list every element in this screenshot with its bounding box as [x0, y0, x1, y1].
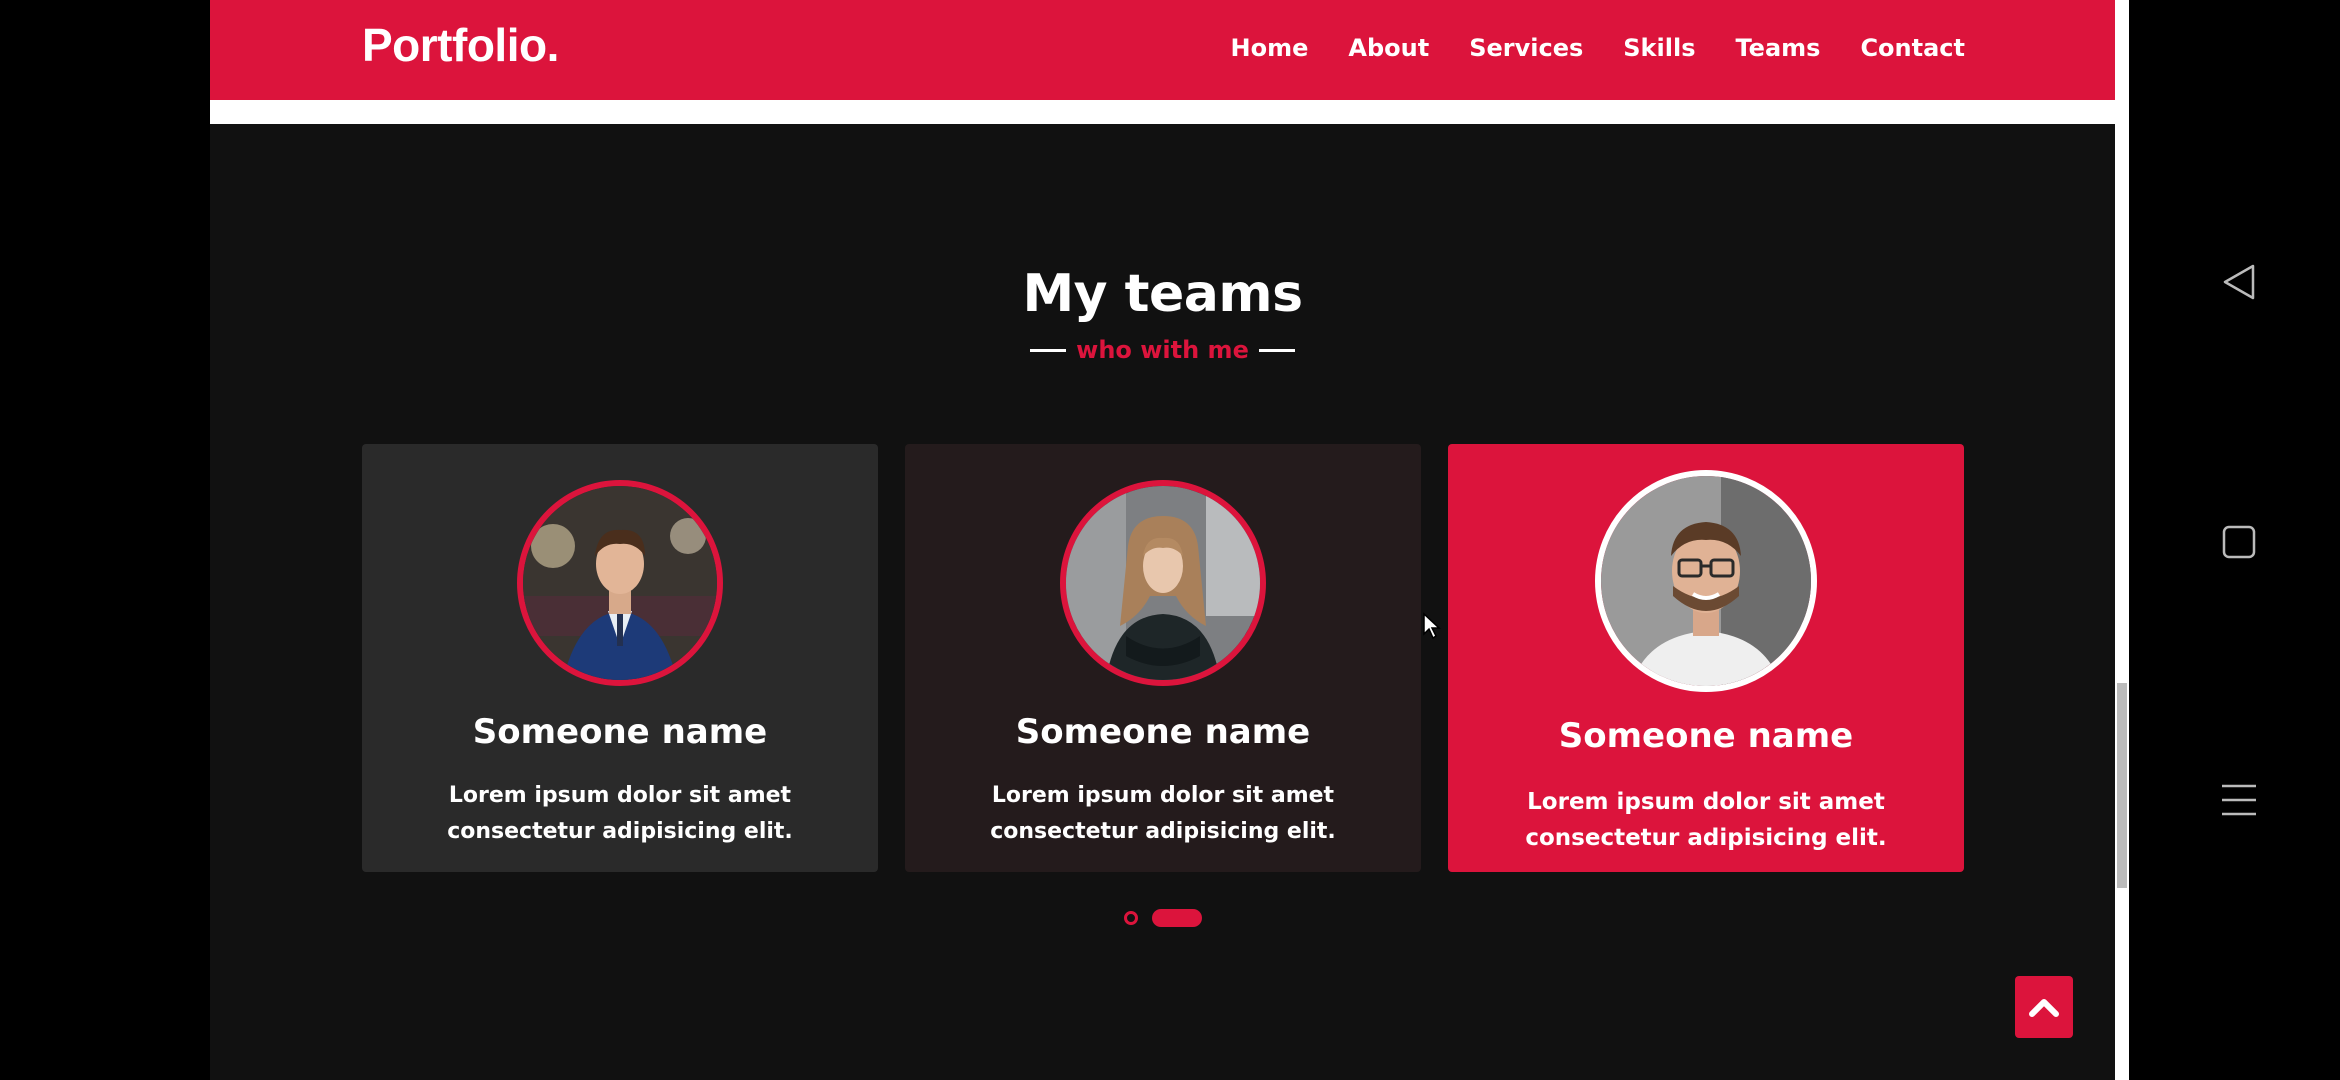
system-navigation-bar: [2129, 0, 2340, 1080]
teams-section: My teams who with me Someone name Lorem …: [210, 124, 2115, 1080]
member-description: Lorem ipsum dolor sit amet consectetur a…: [905, 778, 1421, 850]
avatar-woman: [1060, 480, 1266, 686]
section-title: My teams: [1022, 264, 1303, 324]
nav-teams[interactable]: Teams: [1735, 34, 1820, 62]
carousel-dot-1[interactable]: [1123, 911, 1138, 925]
avatar-man-glasses: [1595, 470, 1817, 692]
square-home-icon[interactable]: [2219, 522, 2259, 562]
nav-skills[interactable]: Skills: [1623, 34, 1695, 62]
member-description: Lorem ipsum dolor sit amet consectetur a…: [362, 778, 878, 850]
member-description-line-2: consectetur adipisicing elit.: [447, 819, 793, 844]
member-description-line-1: Lorem ipsum dolor sit amet: [1527, 789, 1885, 815]
member-name: Someone name: [1558, 716, 1854, 756]
section-subtitle: who with me: [210, 336, 2115, 364]
nav-menu: Home About Services Skills Teams Contact: [1231, 34, 1965, 62]
triangle-back-icon[interactable]: [2219, 262, 2259, 302]
nav-home[interactable]: Home: [1231, 34, 1309, 62]
member-description-line-1: Lorem ipsum dolor sit amet: [991, 783, 1335, 808]
member-name: Someone name: [472, 712, 768, 752]
navbar: Portfolio. Home About Services Skills Te…: [210, 0, 2115, 100]
carousel-pagination: [210, 909, 2115, 927]
team-card-2[interactable]: Someone name Lorem ipsum dolor sit amet …: [905, 444, 1421, 872]
subtitle-text: who with me: [1076, 336, 1249, 364]
team-card-3[interactable]: Someone name Lorem ipsum dolor sit amet …: [1448, 444, 1964, 872]
subtitle-line-right: [1258, 348, 1295, 352]
subtitle-line-left: [1030, 348, 1067, 352]
hamburger-menu-icon[interactable]: [2219, 780, 2259, 820]
page-scrollbar-thumb[interactable]: [2117, 683, 2127, 888]
web-page: Portfolio. Home About Services Skills Te…: [210, 0, 2115, 1080]
member-description-line-1: Lorem ipsum dolor sit amet: [448, 783, 792, 808]
nav-about[interactable]: About: [1348, 34, 1429, 62]
member-description-line-2: consectetur adipisicing elit.: [990, 819, 1336, 844]
mouse-cursor-icon: [1423, 612, 1441, 640]
page-scrollbar[interactable]: [2115, 0, 2129, 1080]
nav-services[interactable]: Services: [1469, 34, 1583, 62]
carousel-dot-2-active[interactable]: [1151, 909, 1202, 927]
chevron-up-icon: [2029, 999, 2059, 1017]
member-description: Lorem ipsum dolor sit amet consectetur a…: [1448, 784, 1964, 856]
nav-contact[interactable]: Contact: [1860, 34, 1965, 62]
avatar-man-suit: [517, 480, 723, 686]
member-name: Someone name: [1015, 712, 1311, 752]
brand-logo[interactable]: Portfolio.: [362, 18, 559, 72]
section-divider: [210, 100, 2115, 124]
member-description-line-2: consectetur adipisicing elit.: [1525, 825, 1887, 851]
team-card-1[interactable]: Someone name Lorem ipsum dolor sit amet …: [362, 444, 878, 872]
back-to-top-button[interactable]: [2015, 976, 2073, 1038]
